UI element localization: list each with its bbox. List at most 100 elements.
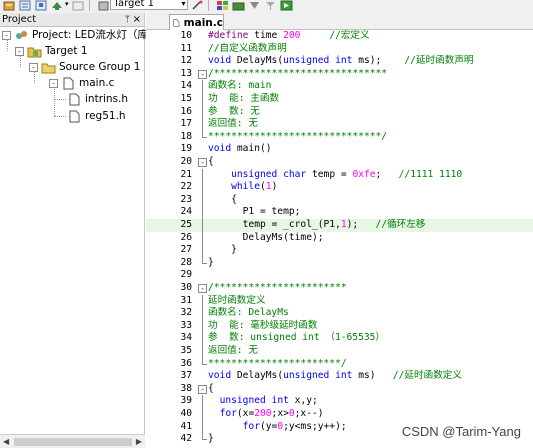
dropdown-arrow-icon[interactable]: ▾ [65, 0, 69, 8]
code-text: void main() [208, 143, 272, 155]
target-select[interactable]: Target 1 ▾ [109, 0, 188, 10]
code-line[interactable]: 39 unsigned int x,y; [146, 395, 533, 408]
code-text: 返回值: 无 [208, 345, 258, 356]
manage-components-icon[interactable] [216, 0, 229, 11]
tree-item-project[interactable]: - Project: LED流水灯（库函 [2, 27, 158, 43]
code-line[interactable]: 26 DelayMs(time); [146, 231, 533, 245]
target-options-icon[interactable] [97, 0, 110, 11]
pin-icon[interactable]: ᛘ [125, 13, 130, 27]
collapse-toggle[interactable]: - [29, 62, 38, 72]
collapse-toggle[interactable]: - [15, 46, 24, 56]
fold-bar [202, 345, 203, 358]
load-icon[interactable] [51, 0, 64, 11]
tree-item-source-group[interactable]: - Source Group 1 [29, 59, 140, 75]
tree-connector [54, 99, 66, 100]
tab-main-c[interactable]: main.c [169, 14, 224, 30]
code-text: unsigned int x,y; [219, 395, 318, 407]
code-line[interactable]: 30-/*********************** [146, 282, 533, 295]
line-number: 22 [180, 181, 192, 193]
line-number: 11 [180, 42, 192, 54]
code-line[interactable]: 24 P1 = temp; [146, 206, 533, 219]
code-line[interactable]: 33 功 能: 毫秒级延时函数 [146, 319, 533, 333]
code-line[interactable]: 20-{ [146, 156, 533, 169]
project-panel: Project ᛘ × - Project: LED流水灯（库函 - Targe… [0, 13, 158, 448]
code-area[interactable]: 10 #define time 200 //宏定义 11 //自定义函数声明 12 voi… [146, 30, 533, 448]
line-number: 25 [180, 219, 192, 230]
fold-bar [202, 181, 203, 194]
tree-item-target[interactable]: - Target 1 [15, 43, 88, 59]
line-number: 39 [180, 395, 192, 407]
batch-build-icon[interactable] [35, 0, 48, 11]
code-editor: main.c 10 #define time 200 //宏定义 11 //自定义函数… [146, 13, 533, 448]
line-number: 19 [180, 143, 192, 155]
translate-icon[interactable] [19, 0, 32, 11]
tree-item-reg51-h[interactable]: reg51.h [67, 108, 126, 124]
toolbar-separator [88, 0, 90, 11]
code-line[interactable]: 40 for(x=200;x>0;x--) [146, 408, 533, 421]
code-line[interactable]: 11 //自定义函数声明 [146, 43, 533, 56]
code-line[interactable]: 17 返回值: 无 [146, 118, 533, 131]
code-line[interactable]: 10 #define time 200 //宏定义 [146, 30, 533, 43]
scroll-right-icon[interactable]: ▶ [136, 437, 142, 446]
scroll-left-icon[interactable]: ◀ [3, 437, 9, 446]
code-line[interactable]: 18 ******************************/ [146, 130, 533, 144]
select-packs-icon[interactable] [248, 0, 261, 11]
chevron-down-icon[interactable]: ▾ [182, 0, 186, 9]
run-icon[interactable] [280, 0, 293, 11]
code-text: 参 数: 无 [208, 105, 260, 117]
code-text: { [208, 193, 237, 205]
tab-label: main.c [183, 16, 223, 29]
code-text: /*********************** [208, 282, 347, 293]
code-line[interactable]: 31 延时函数定义 [146, 294, 533, 308]
fold-toggle[interactable]: - [198, 284, 207, 293]
code-line[interactable]: 14 函数名: main [146, 80, 533, 93]
options-wand-icon[interactable] [191, 0, 204, 11]
fold-bar [202, 307, 203, 320]
code-line[interactable]: 34 参 数: unsigned int （1-65535） [146, 332, 533, 345]
code-line[interactable]: 19 void main() [146, 143, 533, 156]
code-line[interactable]: 35 返回值: 无 [146, 345, 533, 358]
target-folder-icon [27, 47, 42, 57]
code-line[interactable]: 22 while(1) [146, 181, 533, 194]
code-line[interactable]: 12 void DelayMs(unsigned int ms); //延时函数声… [146, 55, 533, 68]
code-line[interactable]: 13-/****************************** [146, 68, 533, 81]
line-number: 30 [180, 282, 192, 293]
collapse-toggle[interactable]: - [2, 30, 11, 40]
fold-toggle[interactable]: - [198, 69, 207, 79]
tree-item-main-c[interactable]: - main.c [49, 75, 114, 91]
scrollbar-thumb[interactable] [14, 438, 132, 446]
code-text: /****************************** [208, 67, 388, 79]
target-select-label: Target 1 [113, 0, 154, 9]
code-line[interactable]: 29 [146, 269, 533, 282]
code-line[interactable]: 32 函数名: DelayMs [146, 307, 533, 320]
code-text: 延时函数定义 [208, 294, 266, 306]
code-line[interactable]: 37 void DelayMs(unsigned int ms) //延时函数定义 [146, 370, 533, 383]
filter-icon[interactable] [264, 0, 277, 11]
tree-item-label: main.c [79, 77, 115, 89]
line-number: 14 [180, 80, 192, 92]
code-text: void DelayMs(unsigned int ms) //延时函数定义 [208, 370, 462, 382]
tree-connector [54, 116, 66, 117]
rebuild-icon[interactable] [3, 0, 16, 11]
close-icon[interactable]: × [133, 13, 141, 27]
code-line[interactable]: 28} [146, 256, 533, 270]
code-text: } [208, 256, 214, 268]
tree-item-intrins-h[interactable]: intrins.h [67, 91, 128, 107]
code-line[interactable]: 36 ***********************/ [146, 357, 533, 371]
fold-bar [202, 319, 203, 333]
code-line[interactable]: 38-{ [146, 383, 533, 396]
horizontal-scrollbar[interactable]: ◀ ▶ [0, 434, 145, 448]
fold-bar [202, 80, 203, 93]
code-line[interactable]: 15 功 能: 主函数 [146, 93, 533, 106]
options-icon[interactable] [72, 0, 85, 11]
fold-bar [202, 332, 203, 345]
code-line[interactable]: 27 } [146, 244, 533, 257]
pack-installer-icon[interactable] [232, 0, 245, 11]
code-line[interactable]: 21 unsigned char temp = 0xfe; //1111 111… [146, 168, 533, 182]
collapse-toggle[interactable]: - [49, 78, 58, 88]
fold-toggle[interactable]: - [198, 384, 207, 394]
code-line[interactable]: 16 参 数: 无 [146, 105, 533, 119]
code-line[interactable]: 23 { [146, 193, 533, 207]
fold-toggle[interactable]: - [198, 158, 207, 167]
code-line-current[interactable]: 25 temp = _crol_(P1,1); //循环左移 [146, 219, 533, 232]
